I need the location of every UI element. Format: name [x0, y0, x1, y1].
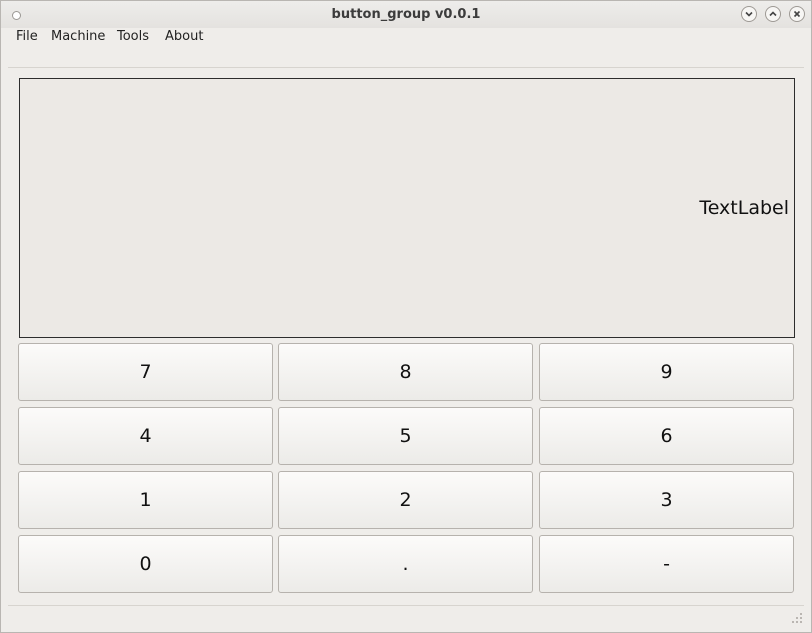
menu-machine[interactable]: Machine	[51, 29, 105, 44]
key-5-button[interactable]: 5	[278, 407, 533, 465]
window-title: button_group v0.0.1	[331, 7, 481, 22]
key-3-button[interactable]: 3	[539, 471, 794, 529]
menu-file[interactable]: File	[16, 29, 38, 44]
menu-about[interactable]: About	[165, 29, 203, 44]
application-window: button_group v0.0.1 File Machine Tools A…	[0, 0, 812, 633]
key-decimal-button[interactable]: .	[278, 535, 533, 593]
display-text-label: TextLabel	[699, 197, 789, 219]
key-minus-button[interactable]: -	[539, 535, 794, 593]
key-1-button[interactable]: 1	[18, 471, 273, 529]
chevron-down-icon	[745, 11, 753, 17]
status-bar	[8, 605, 804, 628]
key-6-button[interactable]: 6	[539, 407, 794, 465]
key-2-button[interactable]: 2	[278, 471, 533, 529]
key-8-button[interactable]: 8	[278, 343, 533, 401]
close-icon	[793, 10, 801, 18]
key-4-button[interactable]: 4	[18, 407, 273, 465]
title-bar[interactable]: button_group v0.0.1	[1, 1, 811, 29]
key-9-button[interactable]: 9	[539, 343, 794, 401]
display-panel: TextLabel	[19, 78, 795, 338]
chevron-up-icon	[769, 11, 777, 17]
key-0-button[interactable]: 0	[18, 535, 273, 593]
key-7-button[interactable]: 7	[18, 343, 273, 401]
menu-tools[interactable]: Tools	[117, 29, 149, 44]
close-button[interactable]	[789, 6, 805, 22]
resize-grip-icon[interactable]	[791, 612, 803, 624]
menu-bar: File Machine Tools About	[1, 28, 811, 47]
toolbar-area	[8, 47, 804, 68]
maximize-button[interactable]	[765, 6, 781, 22]
minimize-button[interactable]	[741, 6, 757, 22]
